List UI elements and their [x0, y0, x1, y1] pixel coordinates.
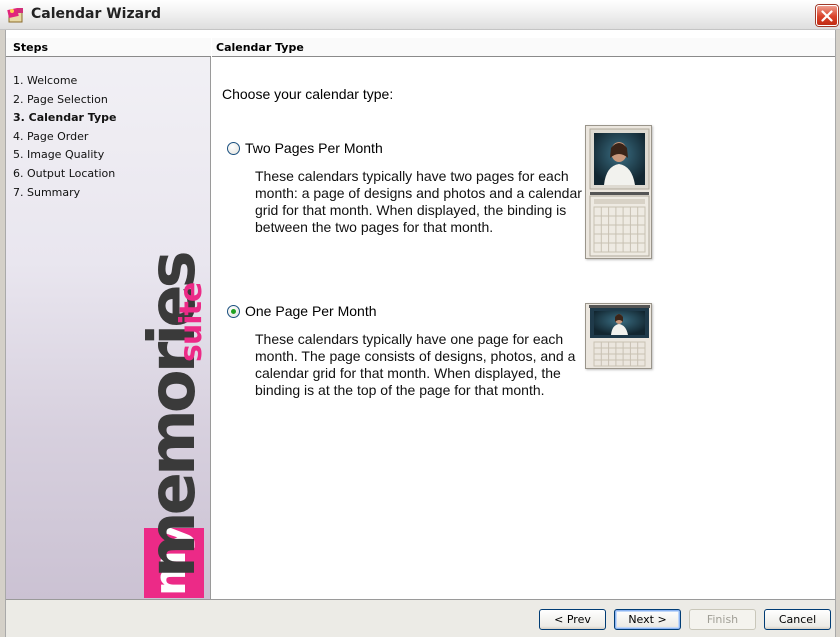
option-one-page-description: These calendars typically have one page …: [255, 331, 576, 398]
finish-button[interactable]: Finish: [689, 609, 756, 630]
content-title: Calendar Type: [216, 41, 304, 54]
radio-one-page[interactable]: [227, 305, 240, 318]
option-two-pages-label[interactable]: Two Pages Per Month: [245, 140, 383, 156]
logo-suite: suite: [174, 282, 209, 362]
calendar-type-prompt: Choose your calendar type:: [222, 86, 394, 102]
steps-header: Steps: [6, 38, 211, 57]
one-page-calendar-preview: [585, 303, 652, 369]
logo-suite-text: suite: [174, 282, 209, 362]
option-two-pages-description: These calendars typically have two pages…: [255, 168, 582, 235]
step-item: 1. Welcome: [13, 74, 78, 87]
one-page-calendar-illustration: [589, 305, 650, 367]
steps-title: Steps: [13, 41, 49, 54]
window-frame-right: [835, 30, 840, 637]
step-item: 4. Page Order: [13, 129, 89, 143]
title-bar[interactable]: Calendar Wizard: [0, 0, 840, 30]
content-header: Calendar Type: [212, 38, 835, 57]
next-button[interactable]: Next >: [614, 609, 681, 630]
steps-list: 1. Welcome 2. Page Selection 3. Calendar…: [13, 72, 116, 202]
step-item: 5. Image Quality: [13, 148, 105, 162]
close-icon: [821, 10, 833, 22]
step-item: 7. Summary: [13, 185, 81, 199]
calendar-app-icon: [7, 8, 23, 23]
cancel-button[interactable]: Cancel: [764, 609, 831, 630]
step-item: 6. Output Location: [13, 166, 116, 180]
window-title: Calendar Wizard: [31, 6, 161, 22]
step-item-current: 3. Calendar Type: [13, 111, 117, 125]
two-page-calendar-preview: [585, 125, 652, 259]
two-page-calendar-illustration: [589, 128, 650, 257]
option-one-page-label[interactable]: One Page Per Month: [245, 303, 377, 319]
radio-selected-dot: [231, 309, 236, 314]
close-button[interactable]: [816, 5, 838, 26]
prev-button[interactable]: < Prev: [539, 609, 606, 630]
radio-two-pages[interactable]: [227, 142, 240, 155]
step-item: 2. Page Selection: [13, 92, 108, 106]
